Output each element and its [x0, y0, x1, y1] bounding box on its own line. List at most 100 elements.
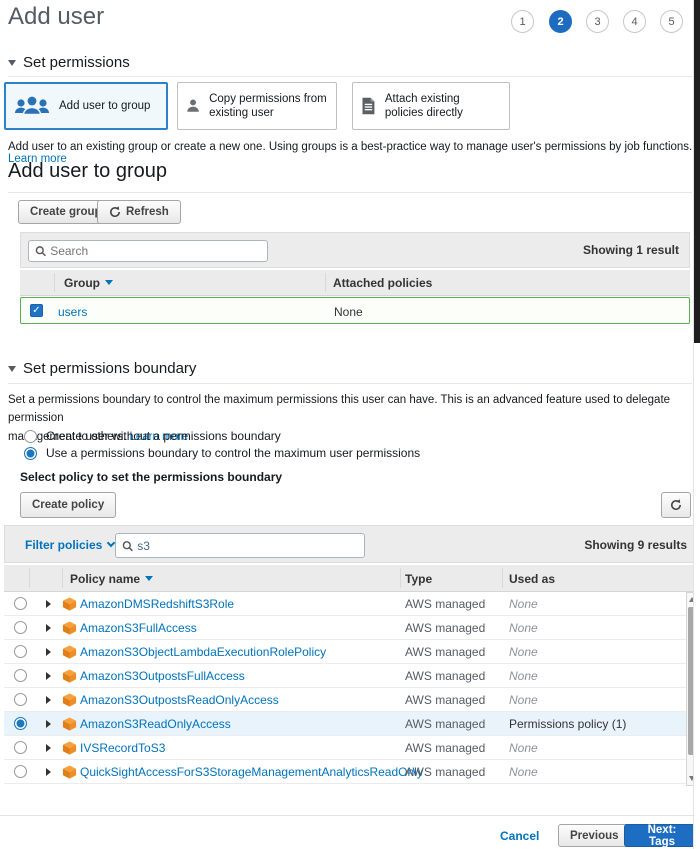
expand-row-icon[interactable] [46, 720, 51, 728]
expand-row-icon[interactable] [46, 744, 51, 752]
group-name-link[interactable]: users [58, 305, 87, 319]
card-label: Copy permissions from existing user [209, 92, 328, 121]
group-attached-policies-value: None [334, 305, 363, 319]
wizard-step-5: 5 [660, 10, 683, 33]
wizard-step-1: 1 [511, 10, 534, 33]
boundary-section-header[interactable]: Set permissions boundary [8, 360, 196, 377]
policy-row[interactable]: QuickSightAccessForS3StorageManagementAn… [4, 760, 686, 784]
sort-desc-icon [145, 576, 153, 581]
policy-used-as: None [509, 669, 538, 683]
policy-row[interactable]: IVSRecordToS3 AWS managed None [4, 736, 686, 760]
footer-divider [0, 815, 700, 816]
policy-used-as: None [509, 741, 538, 755]
divider [8, 383, 692, 384]
column-group[interactable]: Group [64, 276, 113, 290]
radio-icon[interactable] [24, 430, 37, 443]
add-user-page: Add user 1 2 3 4 5 Set permissions Add u… [0, 0, 700, 849]
create-policy-button[interactable]: Create policy [20, 492, 116, 518]
user-group-icon [14, 94, 50, 118]
search-icon [35, 245, 46, 257]
policy-used-as: None [509, 645, 538, 659]
policy-table-header: Policy name Type Used as [4, 565, 697, 592]
policy-type: AWS managed [405, 645, 485, 659]
wizard-step-2-active: 2 [549, 10, 572, 33]
policy-name-link[interactable]: AmazonS3FullAccess [80, 621, 197, 635]
policy-row[interactable]: AmazonS3FullAccess AWS managed None [4, 616, 686, 640]
policy-name-link[interactable]: AmazonS3OutpostsFullAccess [80, 669, 245, 683]
card-copy-permissions[interactable]: Copy permissions from existing user [177, 82, 337, 130]
radio-selected-icon[interactable] [14, 717, 27, 730]
set-permissions-header[interactable]: Set permissions [8, 54, 130, 71]
filter-policies-dropdown[interactable]: Filter policies [25, 538, 114, 552]
radio-icon[interactable] [14, 669, 27, 682]
group-search-box[interactable] [28, 240, 268, 262]
policy-cube-icon [62, 620, 77, 636]
document-icon [361, 94, 376, 118]
radio-option-no-boundary[interactable]: Create user without a permissions bounda… [24, 429, 281, 443]
user-icon [186, 94, 200, 118]
radio-icon[interactable] [14, 597, 27, 610]
expand-row-icon[interactable] [46, 624, 51, 632]
policy-row[interactable]: AmazonS3OutpostsReadOnlyAccess AWS manag… [4, 688, 686, 712]
collapse-triangle-icon [8, 366, 16, 372]
search-icon [122, 540, 133, 552]
group-table-filterbar: Showing 1 result [20, 232, 690, 268]
expand-row-icon[interactable] [46, 768, 51, 776]
card-attach-policies[interactable]: Attach existing policies directly [352, 82, 510, 130]
policy-table-body: AmazonDMSRedshiftS3Role AWS managed None… [4, 592, 697, 786]
policy-name-link[interactable]: AmazonDMSRedshiftS3Role [80, 597, 234, 611]
policy-type: AWS managed [405, 765, 485, 779]
radio-icon[interactable] [14, 645, 27, 658]
group-row-checkbox[interactable]: ✓ [30, 304, 43, 317]
page-title: Add user [8, 3, 104, 31]
group-search-input[interactable] [50, 244, 261, 258]
radio-icon[interactable] [14, 621, 27, 634]
previous-button[interactable]: Previous [558, 824, 631, 847]
policy-name-link[interactable]: IVSRecordToS3 [80, 741, 165, 755]
policy-type: AWS managed [405, 669, 485, 683]
column-policy-name[interactable]: Policy name [70, 572, 153, 586]
policy-search-box[interactable] [115, 533, 365, 558]
policy-type: AWS managed [405, 621, 485, 635]
policy-name-link[interactable]: AmazonS3ObjectLambdaExecutionRolePolicy [80, 645, 326, 659]
group-section-title: Add user to group [8, 160, 167, 183]
expand-row-icon[interactable] [46, 600, 51, 608]
policy-name-link[interactable]: QuickSightAccessForS3StorageManagementAn… [80, 765, 423, 779]
select-policy-label: Select policy to set the permissions bou… [20, 470, 282, 484]
radio-icon[interactable] [14, 765, 27, 778]
policy-row[interactable]: AmazonS3OutpostsFullAccess AWS managed N… [4, 664, 686, 688]
policy-cube-icon [62, 740, 77, 756]
radio-option-use-boundary[interactable]: Use a permissions boundary to control th… [24, 446, 420, 460]
card-add-user-to-group[interactable]: Add user to group [4, 82, 168, 130]
refresh-icon [670, 499, 682, 511]
policy-used-as: None [509, 693, 538, 707]
radio-icon[interactable] [14, 741, 27, 754]
radio-selected-icon[interactable] [24, 447, 37, 460]
refresh-policies-button[interactable] [661, 492, 691, 518]
cancel-link[interactable]: Cancel [500, 829, 539, 843]
policy-results-count: Showing 9 results [584, 538, 687, 552]
radio-icon[interactable] [14, 693, 27, 706]
policy-cube-icon [62, 716, 77, 732]
policy-search-input[interactable] [137, 539, 358, 553]
expand-row-icon[interactable] [46, 672, 51, 680]
policy-row[interactable]: AmazonDMSRedshiftS3Role AWS managed None [4, 592, 686, 616]
policy-cube-icon [62, 692, 77, 708]
policy-row-selected[interactable]: AmazonS3ReadOnlyAccess AWS managed Permi… [4, 712, 686, 736]
card-label: Add user to group [59, 99, 150, 113]
expand-row-icon[interactable] [46, 648, 51, 656]
card-label: Attach existing policies directly [385, 92, 501, 121]
policy-row[interactable]: AmazonS3ObjectLambdaExecutionRolePolicy … [4, 640, 686, 664]
next-tags-button[interactable]: Next: Tags [624, 824, 700, 847]
refresh-icon [109, 206, 121, 218]
group-row-users[interactable]: ✓ users None [20, 297, 690, 324]
group-results-count: Showing 1 result [583, 243, 679, 257]
policy-used-as: Permissions policy (1) [509, 717, 626, 731]
refresh-button[interactable]: Refresh [97, 200, 181, 224]
policy-name-link[interactable]: AmazonS3ReadOnlyAccess [80, 717, 231, 731]
column-type: Type [405, 572, 432, 586]
policy-name-link[interactable]: AmazonS3OutpostsReadOnlyAccess [80, 693, 279, 707]
policy-used-as: None [509, 621, 538, 635]
expand-row-icon[interactable] [46, 696, 51, 704]
page-scrollbar-thumb[interactable] [694, 0, 700, 343]
